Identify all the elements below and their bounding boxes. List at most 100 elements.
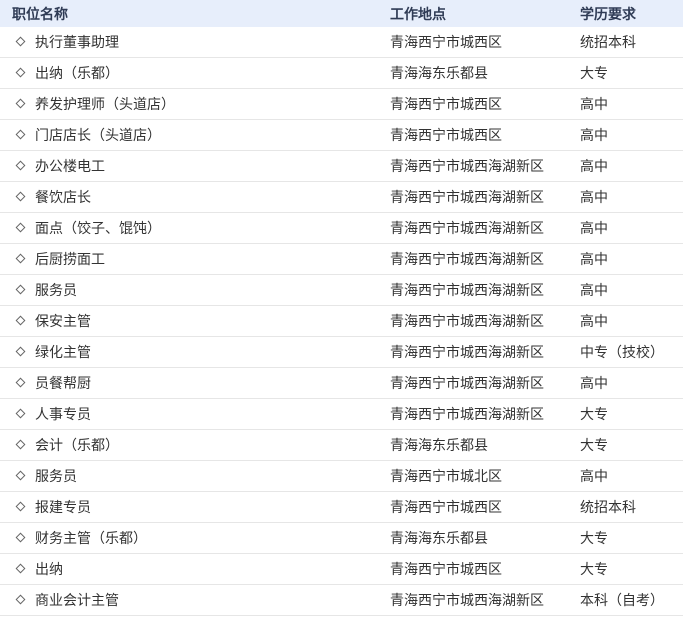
education-cell: 高中 <box>580 181 683 213</box>
work-location-cell: 青海西宁市城西区 <box>390 491 580 523</box>
job-title-link[interactable]: 保安主管 <box>35 314 91 330</box>
education-cell: 统招本科 <box>580 27 683 58</box>
header-work-location: 工作地点 <box>390 0 580 27</box>
job-title-link[interactable]: 绿化主管 <box>35 345 91 361</box>
diamond-bullet-icon <box>15 532 26 542</box>
work-location-cell: 青海西宁市城西海湖新区 <box>390 181 580 213</box>
work-location-cell: 青海西宁市城西区 <box>390 27 580 58</box>
work-location-cell: 青海西宁市城西海湖新区 <box>390 336 580 368</box>
header-job-name: 职位名称 <box>0 0 390 27</box>
education-cell: 高中 <box>580 243 683 275</box>
work-location-cell: 青海海东乐都县 <box>390 57 580 89</box>
education-cell: 高中 <box>580 88 683 120</box>
diamond-bullet-icon <box>15 36 26 46</box>
table-row[interactable]: 商业会计主管 青海西宁市城西海湖新区 本科（自考） <box>0 584 683 616</box>
table-row[interactable]: 员餐帮厨 青海西宁市城西海湖新区 高中 <box>0 367 683 399</box>
table-row[interactable]: 办公楼电工 青海西宁市城西海湖新区 高中 <box>0 150 683 182</box>
job-name-cell: 门店店长（头道店） <box>0 119 390 151</box>
education-cell: 高中 <box>580 274 683 306</box>
diamond-bullet-icon <box>15 470 26 480</box>
education-cell: 大专 <box>580 429 683 461</box>
job-name-cell: 餐饮店长 <box>0 181 390 213</box>
work-location-cell: 青海西宁市城北区 <box>390 460 580 492</box>
job-title-link[interactable]: 出纳（乐都） <box>35 66 119 82</box>
job-rows: 执行董事助理 青海西宁市城西区 统招本科 出纳（乐都） 青海海东乐都县 大专 养发护理师（头… <box>0 27 683 616</box>
work-location-cell: 青海西宁市城西海湖新区 <box>390 584 580 616</box>
job-name-cell: 报建专员 <box>0 491 390 523</box>
table-row[interactable]: 保安主管 青海西宁市城西海湖新区 高中 <box>0 305 683 337</box>
job-title-link[interactable]: 会计（乐都） <box>35 438 119 454</box>
job-title-link[interactable]: 财务主管（乐都） <box>35 531 147 547</box>
job-title-link[interactable]: 餐饮店长 <box>35 190 91 206</box>
work-location-cell: 青海海东乐都县 <box>390 429 580 461</box>
work-location-cell: 青海西宁市城西海湖新区 <box>390 367 580 399</box>
education-cell: 高中 <box>580 212 683 244</box>
work-location-cell: 青海西宁市城西区 <box>390 553 580 585</box>
diamond-bullet-icon <box>15 160 26 170</box>
work-location-cell: 青海西宁市城西海湖新区 <box>390 398 580 430</box>
job-title-link[interactable]: 执行董事助理 <box>35 35 119 51</box>
education-cell: 高中 <box>580 305 683 337</box>
job-title-link[interactable]: 养发护理师（头道店） <box>35 97 175 113</box>
table-row[interactable]: 人事专员 青海西宁市城西海湖新区 大专 <box>0 398 683 430</box>
diamond-bullet-icon <box>15 315 26 325</box>
table-row[interactable]: 养发护理师（头道店） 青海西宁市城西区 高中 <box>0 88 683 120</box>
table-row[interactable]: 餐饮店长 青海西宁市城西海湖新区 高中 <box>0 181 683 213</box>
work-location-cell: 青海西宁市城西区 <box>390 88 580 120</box>
header-education: 学历要求 <box>580 0 683 27</box>
job-title-link[interactable]: 服务员 <box>35 283 77 299</box>
work-location-cell: 青海西宁市城西区 <box>390 119 580 151</box>
diamond-bullet-icon <box>15 408 26 418</box>
work-location-cell: 青海西宁市城西海湖新区 <box>390 150 580 182</box>
diamond-bullet-icon <box>15 594 26 604</box>
job-title-link[interactable]: 商业会计主管 <box>35 593 119 609</box>
job-name-cell: 人事专员 <box>0 398 390 430</box>
table-row[interactable]: 报建专员 青海西宁市城西区 统招本科 <box>0 491 683 523</box>
diamond-bullet-icon <box>15 284 26 294</box>
job-title-link[interactable]: 门店店长（头道店） <box>35 128 161 144</box>
table-header-row: 职位名称 工作地点 学历要求 <box>0 0 683 27</box>
job-title-link[interactable]: 办公楼电工 <box>35 159 105 175</box>
table-row[interactable]: 财务主管（乐都） 青海海东乐都县 大专 <box>0 522 683 554</box>
job-title-link[interactable]: 员餐帮厨 <box>35 376 91 392</box>
job-name-cell: 服务员 <box>0 274 390 306</box>
table-row[interactable]: 面点（饺子、馄饨） 青海西宁市城西海湖新区 高中 <box>0 212 683 244</box>
diamond-bullet-icon <box>15 222 26 232</box>
job-name-cell: 保安主管 <box>0 305 390 337</box>
job-name-cell: 出纳（乐都） <box>0 57 390 89</box>
table-row[interactable]: 绿化主管 青海西宁市城西海湖新区 中专（技校） <box>0 336 683 368</box>
table-row[interactable]: 出纳（乐都） 青海海东乐都县 大专 <box>0 57 683 89</box>
job-name-cell: 办公楼电工 <box>0 150 390 182</box>
job-title-link[interactable]: 面点（饺子、馄饨） <box>35 221 161 237</box>
job-name-cell: 服务员 <box>0 460 390 492</box>
education-cell: 大专 <box>580 522 683 554</box>
job-title-link[interactable]: 服务员 <box>35 469 77 485</box>
table-row[interactable]: 后厨捞面工 青海西宁市城西海湖新区 高中 <box>0 243 683 275</box>
education-cell: 大专 <box>580 57 683 89</box>
job-title-link[interactable]: 报建专员 <box>35 500 91 516</box>
job-name-cell: 员餐帮厨 <box>0 367 390 399</box>
diamond-bullet-icon <box>15 439 26 449</box>
job-name-cell: 面点（饺子、馄饨） <box>0 212 390 244</box>
job-name-cell: 绿化主管 <box>0 336 390 368</box>
table-row[interactable]: 出纳 青海西宁市城西区 大专 <box>0 553 683 585</box>
job-title-link[interactable]: 后厨捞面工 <box>35 252 105 268</box>
education-cell: 高中 <box>580 367 683 399</box>
education-cell: 高中 <box>580 150 683 182</box>
table-row[interactable]: 服务员 青海西宁市城西海湖新区 高中 <box>0 274 683 306</box>
job-title-link[interactable]: 出纳 <box>35 562 63 578</box>
work-location-cell: 青海西宁市城西海湖新区 <box>390 212 580 244</box>
job-title-link[interactable]: 人事专员 <box>35 407 91 423</box>
work-location-cell: 青海西宁市城西海湖新区 <box>390 274 580 306</box>
job-name-cell: 执行董事助理 <box>0 27 390 58</box>
table-row[interactable]: 服务员 青海西宁市城北区 高中 <box>0 460 683 492</box>
table-row[interactable]: 门店店长（头道店） 青海西宁市城西区 高中 <box>0 119 683 151</box>
job-name-cell: 后厨捞面工 <box>0 243 390 275</box>
diamond-bullet-icon <box>15 98 26 108</box>
job-name-cell: 出纳 <box>0 553 390 585</box>
diamond-bullet-icon <box>15 129 26 139</box>
diamond-bullet-icon <box>15 563 26 573</box>
table-row[interactable]: 执行董事助理 青海西宁市城西区 统招本科 <box>0 27 683 58</box>
education-cell: 大专 <box>580 398 683 430</box>
table-row[interactable]: 会计（乐都） 青海海东乐都县 大专 <box>0 429 683 461</box>
